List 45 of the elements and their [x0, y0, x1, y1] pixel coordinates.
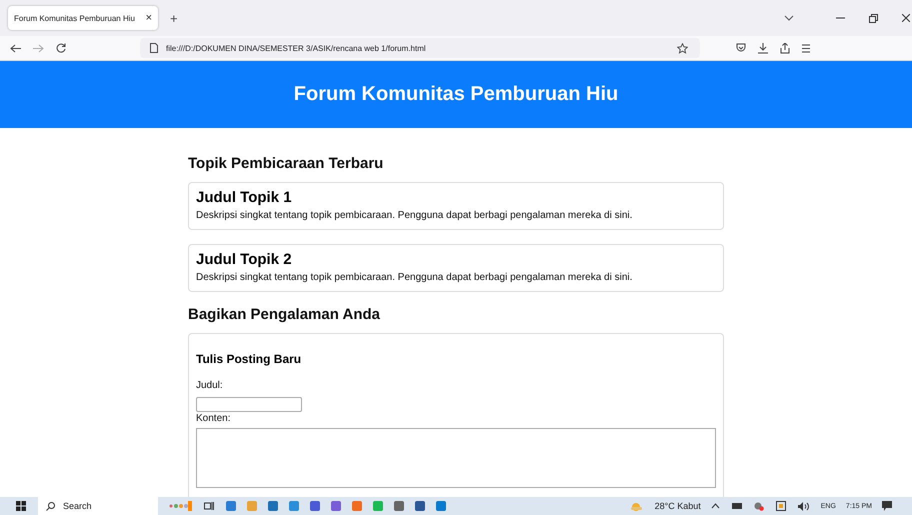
tab-title: Forum Komunitas Pemburuan Hiu: [14, 14, 136, 22]
field-label: Judul:: [196, 380, 224, 391]
form-title: Tulis Posting Baru: [196, 352, 302, 366]
file-icon: [150, 43, 158, 53]
app-icon[interactable]: [394, 501, 404, 511]
star-icon[interactable]: [677, 42, 688, 54]
display-icon[interactable]: [776, 501, 786, 511]
new-tab-button[interactable]: +: [170, 10, 178, 26]
pocket-icon[interactable]: [736, 43, 746, 53]
download-icon[interactable]: [758, 42, 768, 54]
search-icon: [46, 502, 55, 510]
title-input[interactable]: [196, 397, 302, 412]
app-icon[interactable]: [415, 501, 425, 511]
topic-description: Deskripsi singkat tentang topik pembicaraan. Pengguna dapat berbagi pengalaman mereka di sini.: [196, 210, 634, 221]
browser-tab[interactable]: Forum Komunitas Pemburuan Hiu ×: [8, 6, 158, 30]
topic-title: Judul Topik 1: [196, 189, 293, 206]
topic-description: Deskripsi singkat tentang topik pembicaraan. Pengguna dapat berbagi pengalaman mereka di sini.: [196, 272, 634, 283]
windows-icon[interactable]: [16, 501, 26, 511]
weather-icon: [628, 501, 643, 511]
section-heading: Bagikan Pengalaman Anda: [188, 306, 381, 323]
field-label: Konten:: [196, 413, 232, 424]
app-icon[interactable]: [268, 501, 278, 511]
app-icon[interactable]: [331, 501, 341, 511]
speaker-icon[interactable]: [798, 502, 809, 510]
reload-icon[interactable]: [56, 43, 66, 53]
chevron-up-icon[interactable]: [710, 503, 720, 509]
minimize-icon[interactable]: [836, 17, 845, 19]
address-bar[interactable]: file:///D:/DOKUMEN DINA/SEMESTER 3/ASIK/rencana web 1/forum.html: [140, 38, 700, 58]
weather-text[interactable]: 28°C Kabut: [654, 501, 701, 511]
app-icon[interactable]: [310, 501, 320, 511]
back-icon[interactable]: [10, 44, 21, 52]
section-heading: Topik Pembicaraan Terbaru: [188, 155, 384, 172]
close-icon[interactable]: [902, 14, 910, 22]
tab-close-button[interactable]: ×: [146, 12, 152, 24]
chevron-down-icon[interactable]: [784, 15, 794, 21]
restore-icon[interactable]: [869, 14, 878, 22]
share-icon[interactable]: [780, 42, 790, 54]
notification-icon[interactable]: [882, 501, 892, 511]
search-field[interactable]: Search: [38, 497, 158, 515]
menu-icon[interactable]: [802, 44, 810, 52]
page-title: Forum Komunitas Pemburuan Hiu: [294, 83, 618, 106]
task-view-icon[interactable]: [204, 501, 214, 511]
widget-icon[interactable]: [168, 501, 192, 511]
cloud-icon[interactable]: [754, 502, 764, 510]
topic-title: Judul Topik 2: [196, 251, 293, 268]
